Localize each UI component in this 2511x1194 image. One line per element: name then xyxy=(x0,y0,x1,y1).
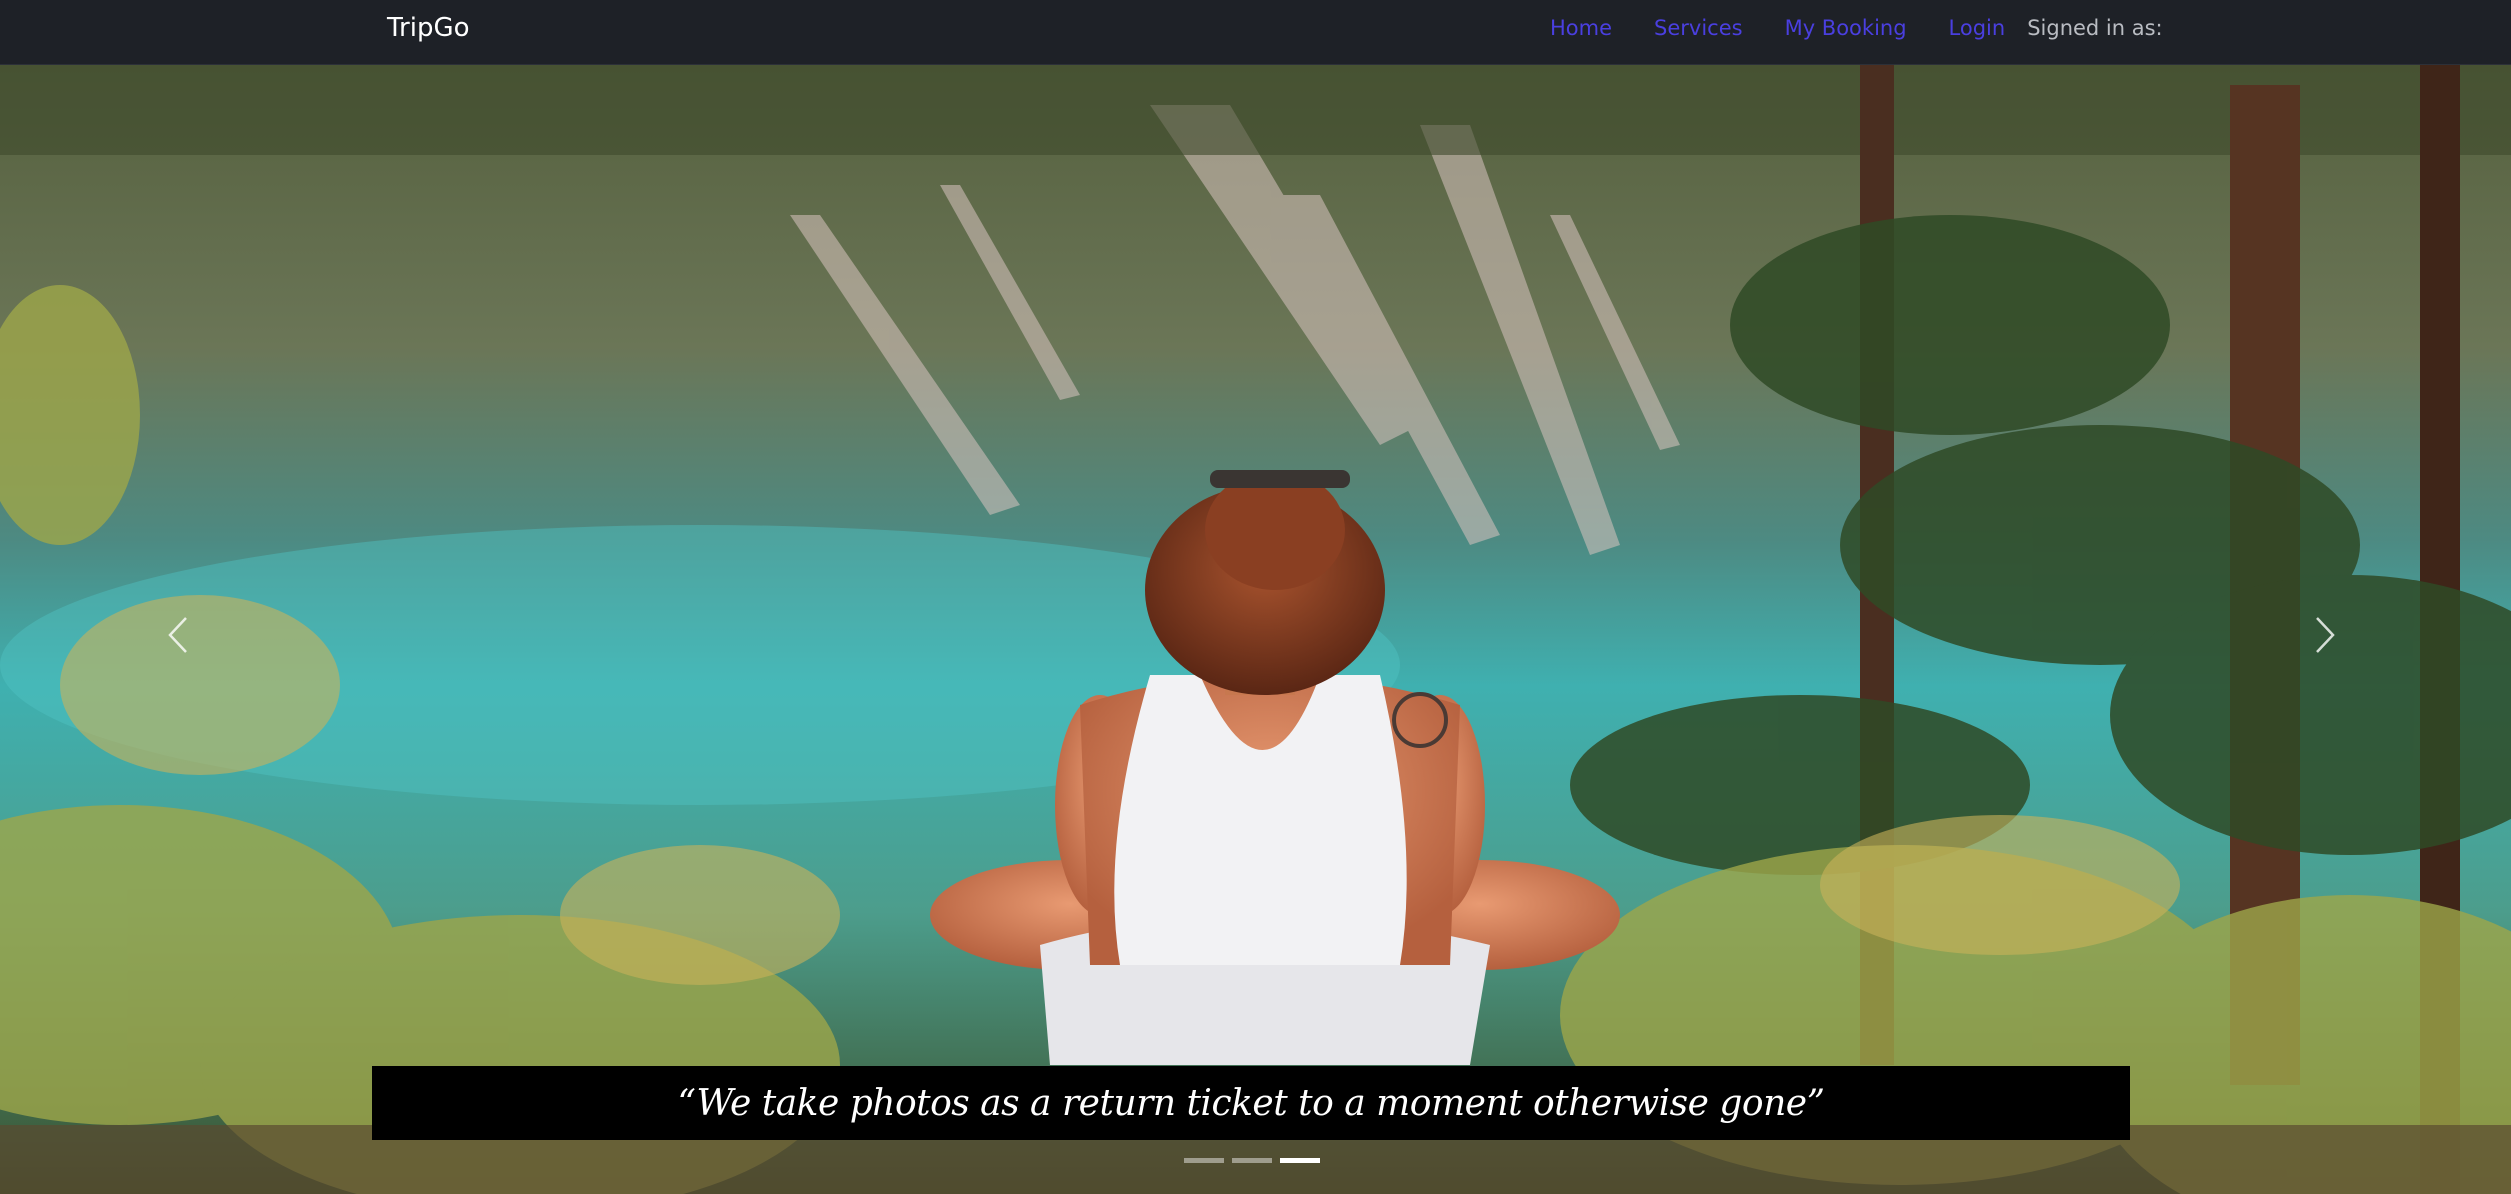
nav-link-my-booking[interactable]: My Booking xyxy=(1785,14,1907,42)
brand-logo[interactable]: TripGo xyxy=(387,12,470,44)
carousel-next-button[interactable] xyxy=(2295,605,2355,665)
chevron-left-icon xyxy=(168,617,187,653)
navbar: TripGo Home Services My Booking Login Si… xyxy=(0,0,2511,65)
caption-quote: “We take photos as a return ticket to a … xyxy=(677,1082,1825,1124)
carousel-prev-button[interactable] xyxy=(148,605,208,665)
carousel-caption: “We take photos as a return ticket to a … xyxy=(372,1066,2130,1140)
nav-links: Home Services My Booking Login Signed in… xyxy=(1550,14,2163,42)
nav-link-login[interactable]: Login xyxy=(1949,14,2006,42)
nav-link-home[interactable]: Home xyxy=(1550,14,1612,42)
hero-carousel: “We take photos as a return ticket to a … xyxy=(0,65,2511,1194)
nav-link-services[interactable]: Services xyxy=(1654,14,1743,42)
carousel-indicator-1[interactable] xyxy=(1184,1158,1224,1163)
chevron-right-icon xyxy=(2316,617,2335,653)
carousel-indicator-3[interactable] xyxy=(1280,1158,1320,1163)
hero-background-image xyxy=(0,65,2511,1194)
signed-in-label: Signed in as: xyxy=(2027,16,2163,40)
carousel-indicators xyxy=(1184,1158,1320,1163)
carousel-indicator-2[interactable] xyxy=(1232,1158,1272,1163)
